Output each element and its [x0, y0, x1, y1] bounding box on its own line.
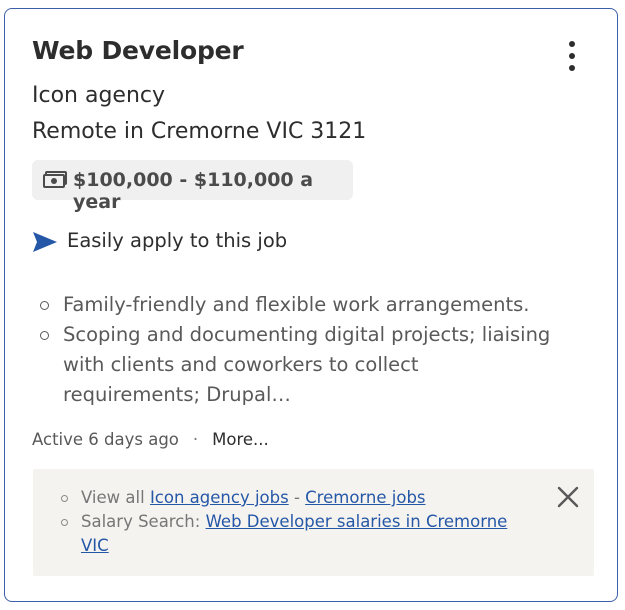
job-card[interactable]: Web Developer Icon agency Remote in Crem…: [4, 8, 618, 602]
close-icon[interactable]: [557, 486, 579, 508]
list-item: Scoping and documenting digital projects…: [40, 320, 560, 410]
list-item: Salary Search: Web Developer salaries in…: [61, 510, 531, 558]
kebab-menu-icon-dot: [569, 53, 575, 59]
more-link[interactable]: More...: [212, 430, 269, 449]
location-jobs-link[interactable]: Cremorne jobs: [305, 488, 425, 507]
kebab-menu-icon: [569, 41, 575, 47]
salary-search-prefix: Salary Search:: [81, 512, 206, 531]
list-item: View all Icon agency jobs - Cremorne job…: [61, 486, 531, 510]
link-separator: -: [288, 488, 306, 507]
list-item: Family-friendly and flexible work arrang…: [40, 290, 560, 320]
company-jobs-link[interactable]: Icon agency jobs: [150, 488, 289, 507]
related-links-panel: View all Icon agency jobs - Cremorne job…: [33, 469, 594, 576]
job-title[interactable]: Web Developer: [32, 36, 244, 65]
job-meta: Active 6 days ago · More...: [32, 430, 269, 449]
kebab-menu-icon-dot: [569, 65, 575, 71]
job-location: Remote in Cremorne VIC 3121: [32, 119, 367, 144]
send-arrow-icon: [33, 232, 57, 252]
job-snippet: Family-friendly and flexible work arrang…: [40, 290, 560, 410]
separator: ·: [192, 430, 199, 449]
more-options-button[interactable]: [561, 39, 583, 75]
view-all-prefix: View all: [81, 488, 150, 507]
salary-badge: $100,000 - $110,000 a year: [32, 160, 353, 213]
salary-text: $100,000 - $110,000 a year: [73, 169, 314, 213]
posted-date: Active 6 days ago: [32, 430, 179, 449]
company-name: Icon agency: [32, 83, 166, 108]
easy-apply-label: Easily apply to this job: [67, 229, 288, 252]
money-icon: [43, 171, 67, 188]
